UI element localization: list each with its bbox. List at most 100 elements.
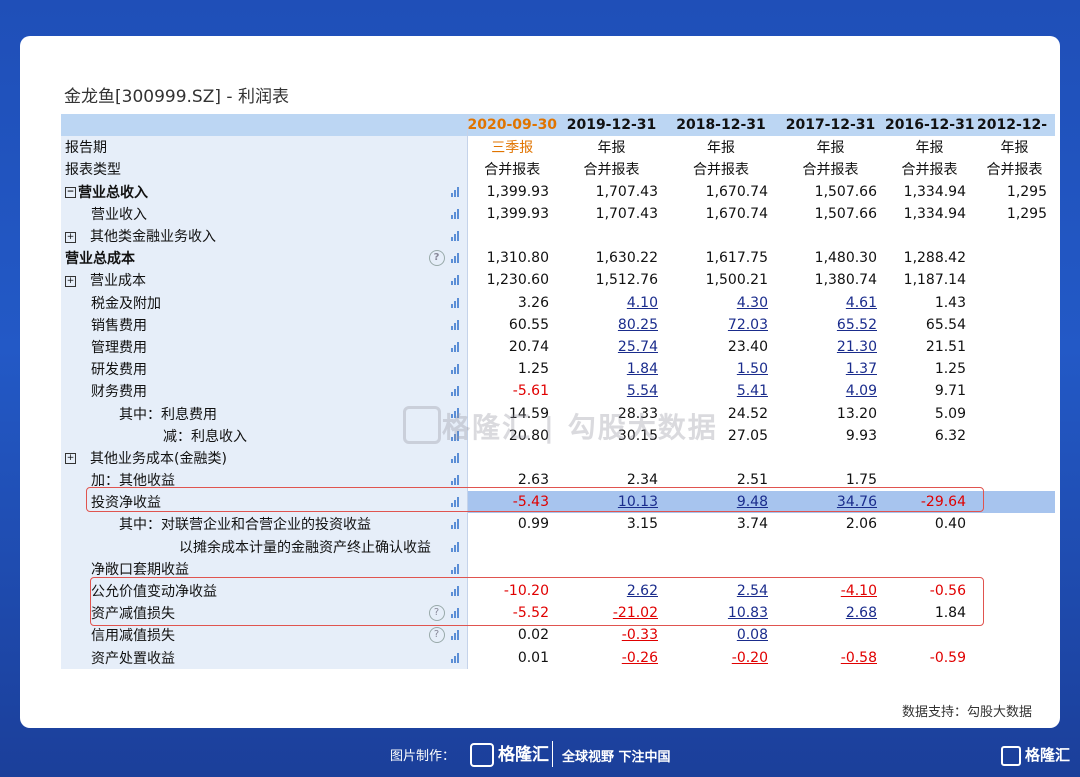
value-cell — [974, 225, 1055, 247]
expand-icon[interactable]: + — [65, 453, 76, 465]
column-header[interactable]: 2016-12-31 — [885, 114, 974, 137]
bar-chart-icon[interactable] — [450, 386, 461, 397]
cell-value[interactable]: 1.84 — [627, 361, 658, 377]
cell-value[interactable]: 4.30 — [737, 295, 768, 311]
column-header[interactable]: 2012-12- — [974, 114, 1055, 137]
column-header[interactable]: 2018-12-31 — [666, 114, 776, 137]
logo-text: 格隆汇 — [498, 745, 549, 765]
row-label: 资产处置收益 — [91, 650, 175, 667]
table-row: 资产处置收益 0.01 -0.26 -0.20 -0.58 -0.59 — [61, 646, 1055, 669]
help-icon[interactable]: ? — [428, 627, 445, 644]
cell-value[interactable]: 5.54 — [627, 383, 658, 399]
bar-chart-icon[interactable] — [450, 253, 461, 264]
logo-icon — [1000, 745, 1021, 766]
value-cell — [885, 447, 974, 469]
bar-chart-icon[interactable] — [450, 630, 461, 641]
cell-value[interactable]: 1.50 — [737, 361, 768, 377]
cell-value[interactable]: 4.10 — [627, 295, 658, 311]
row-label: 报告期 — [61, 136, 468, 159]
cell: 合并报表 — [693, 162, 749, 179]
column-header[interactable]: 2017-12-31 — [776, 114, 885, 137]
value-cell: 0.99 — [467, 513, 557, 535]
value-cell — [776, 624, 885, 646]
cell-value: -0.59 — [929, 649, 966, 666]
value-cell — [885, 225, 974, 247]
value-cell: 0.08 — [666, 624, 776, 646]
expand-icon[interactable]: + — [65, 231, 76, 243]
value-cell: 1,670.74 — [666, 181, 776, 203]
bar-chart-icon[interactable] — [450, 319, 461, 330]
value-cell: 1,230.60 — [467, 269, 557, 291]
cell: 年报 — [816, 140, 845, 157]
cell-value: 0.02 — [517, 627, 549, 644]
value-cell — [974, 624, 1055, 646]
cell-value: 60.55 — [508, 316, 549, 333]
cell-value: 24.52 — [727, 405, 768, 422]
table-row: − 营业总收入 1,399.93 1,707.43 1,670.74 1,507.66 1,… — [61, 180, 1055, 203]
cell-value[interactable]: -0.26 — [622, 650, 658, 666]
row-label: 减：利息收入 — [163, 428, 247, 445]
bar-chart-icon[interactable] — [450, 275, 461, 286]
bar-chart-icon[interactable] — [450, 652, 461, 663]
cell: 年报 — [707, 140, 735, 157]
row-label: 营业总成本 — [65, 251, 135, 268]
bar-chart-icon[interactable] — [450, 541, 461, 552]
value-cell: 65.52 — [776, 314, 885, 336]
value-cell: 1.37 — [776, 358, 885, 380]
row-label-cell: + 其他业务成本(金融类) — [61, 446, 468, 469]
table-row: + 营业成本 1,230.60 1,512.76 1,500.21 1,380.74 1,1… — [61, 269, 1055, 292]
bar-chart-icon[interactable] — [450, 364, 461, 375]
cell-value[interactable]: 72.03 — [728, 317, 768, 333]
value-cell: 1,288.42 — [885, 247, 974, 269]
row-label-cell: 其中：对联营企业和合营企业的投资收益 — [61, 513, 468, 536]
cell-value: 1,295 — [1006, 183, 1047, 200]
cell-value: 1,295 — [1006, 205, 1047, 222]
column-header[interactable]: 2019-12-31 — [557, 114, 666, 137]
bar-chart-icon[interactable] — [450, 230, 461, 241]
cell-value[interactable]: -0.33 — [622, 627, 658, 643]
value-cell: 60.55 — [467, 314, 557, 336]
expand-icon[interactable]: + — [65, 275, 76, 287]
cell-value[interactable]: 4.09 — [846, 383, 877, 399]
cell-value: 1,399.93 — [486, 183, 549, 200]
collapse-icon[interactable]: − — [65, 187, 76, 199]
table-row: + 其他类金融业务收入 — [61, 224, 1055, 248]
bar-chart-icon[interactable] — [450, 186, 461, 197]
value-cell: 1.43 — [885, 292, 974, 314]
cell-value[interactable]: -0.58 — [841, 650, 877, 666]
bar-chart-icon[interactable] — [450, 519, 461, 530]
table-row: 营业总成本? 1,310.80 1,630.22 1,617.75 1,480.30 1,… — [61, 247, 1055, 270]
help-icon[interactable]: ? — [428, 250, 445, 267]
bar-chart-icon[interactable] — [450, 563, 461, 574]
cell-value[interactable]: 5.41 — [737, 383, 768, 399]
row-label: 研发费用 — [91, 362, 147, 379]
cell-value[interactable]: 65.52 — [837, 317, 877, 333]
bar-chart-icon[interactable] — [450, 297, 461, 308]
column-header[interactable]: 2020-09-30 — [467, 114, 557, 137]
value-cell: 1,507.66 — [776, 203, 885, 225]
value-cell — [974, 647, 1055, 669]
value-cell: -0.26 — [557, 647, 666, 669]
value-cell: 0.01 — [467, 647, 557, 669]
row-label-cell: 研发费用 — [61, 358, 468, 381]
value-cell: 1,310.80 — [467, 247, 557, 269]
cell-value[interactable]: 1.37 — [846, 361, 877, 377]
value-cell: 1.50 — [666, 358, 776, 380]
value-cell — [974, 536, 1055, 558]
cell-value[interactable]: -0.20 — [732, 650, 768, 666]
cell-value[interactable]: 25.74 — [618, 339, 658, 355]
bar-chart-icon[interactable] — [450, 452, 461, 463]
cell-value: 0.40 — [934, 516, 966, 533]
made-by-label: 图片制作： — [390, 749, 456, 764]
cell-value: 21.51 — [925, 338, 966, 355]
value-cell — [467, 447, 557, 469]
bar-chart-icon[interactable] — [450, 475, 461, 485]
cell-value[interactable]: 80.25 — [618, 317, 658, 333]
cell-value[interactable]: 21.30 — [837, 339, 877, 355]
cell-value[interactable]: 4.61 — [846, 295, 877, 311]
bar-chart-icon[interactable] — [450, 341, 461, 352]
cell-value[interactable]: 0.08 — [737, 627, 768, 643]
cell-value: 1,500.21 — [705, 272, 768, 289]
bar-chart-icon[interactable] — [450, 208, 461, 219]
logo-icon — [470, 743, 494, 767]
